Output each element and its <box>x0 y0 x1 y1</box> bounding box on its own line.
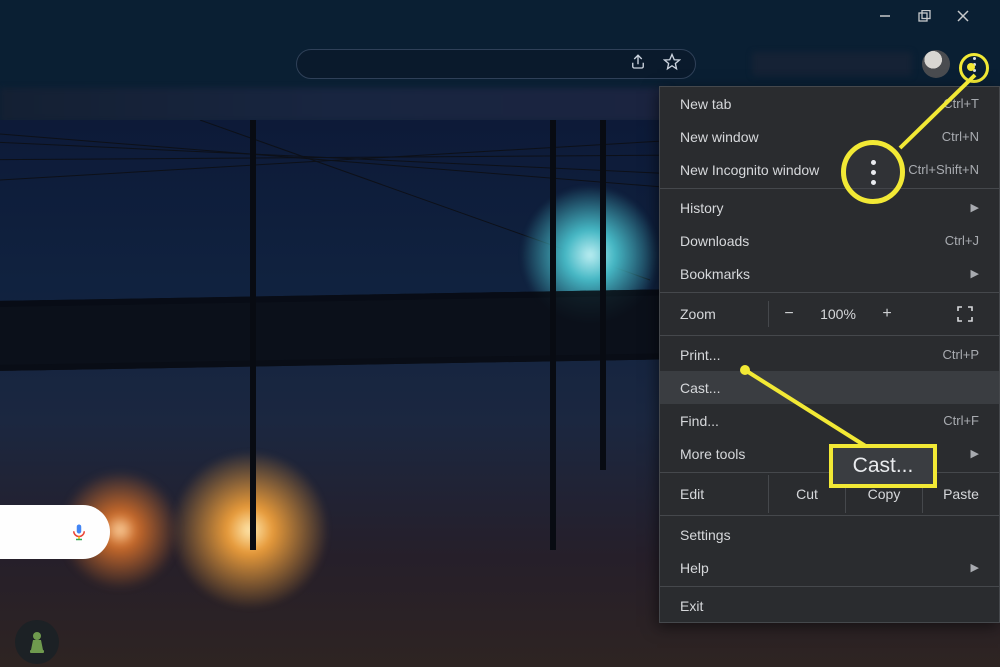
shortcut: Ctrl+N <box>942 129 979 144</box>
chess-shortcut[interactable] <box>15 620 59 664</box>
minimize-button[interactable] <box>878 9 892 23</box>
shortcut: Ctrl+Shift+N <box>908 162 979 177</box>
separator <box>660 188 999 189</box>
annotation-dot-cast <box>740 365 750 375</box>
callout-label: Cast... <box>853 454 914 478</box>
window-controls <box>800 0 1000 32</box>
bookmarks-bar-blurred <box>0 88 670 122</box>
menu-exit[interactable]: Exit <box>660 589 999 622</box>
menu-settings[interactable]: Settings <box>660 518 999 551</box>
menu-label: More tools <box>680 446 745 462</box>
annotation-dot-top <box>967 63 975 71</box>
menu-label: Find... <box>680 413 719 429</box>
separator <box>660 335 999 336</box>
menu-help[interactable]: Help ▶ <box>660 551 999 584</box>
menu-label: Bookmarks <box>680 266 750 282</box>
maximize-button[interactable] <box>917 9 931 23</box>
menu-label: New Incognito window <box>680 162 819 178</box>
separator <box>660 515 999 516</box>
menu-label: History <box>680 200 724 216</box>
menu-label: Print... <box>680 347 720 363</box>
menu-label: Downloads <box>680 233 749 249</box>
menu-label: Exit <box>680 598 703 614</box>
blurred-extensions <box>752 52 912 76</box>
menu-label: Help <box>680 560 709 576</box>
menu-history[interactable]: History ▶ <box>660 191 999 224</box>
menu-print[interactable]: Print... Ctrl+P <box>660 338 999 371</box>
zoom-in-button[interactable]: + <box>867 305 907 323</box>
menu-label: Zoom <box>660 306 768 322</box>
menu-downloads[interactable]: Downloads Ctrl+J <box>660 224 999 257</box>
chevron-right-icon: ▶ <box>971 561 979 574</box>
zoom-out-button[interactable]: − <box>769 305 809 323</box>
separator <box>660 586 999 587</box>
menu-bookmarks[interactable]: Bookmarks ▶ <box>660 257 999 290</box>
shortcut: Ctrl+F <box>943 413 979 428</box>
menu-zoom: Zoom − 100% + <box>660 295 999 333</box>
address-bar[interactable] <box>296 49 696 79</box>
chrome-menu: New tab Ctrl+T New window Ctrl+N New Inc… <box>659 86 1000 623</box>
microphone-icon[interactable] <box>70 521 88 543</box>
menu-new-incognito[interactable]: New Incognito window Ctrl+Shift+N <box>660 153 999 186</box>
profile-avatar[interactable] <box>922 50 950 78</box>
shortcut: Ctrl+P <box>943 347 979 362</box>
chevron-right-icon: ▶ <box>971 267 979 280</box>
shortcut: Ctrl+T <box>943 96 979 111</box>
share-icon[interactable] <box>629 53 647 76</box>
menu-new-tab[interactable]: New tab Ctrl+T <box>660 87 999 120</box>
menu-label: Settings <box>680 527 731 543</box>
extensions-area <box>700 45 1000 83</box>
fullscreen-button[interactable] <box>949 306 999 322</box>
zoom-value: 100% <box>809 306 867 322</box>
menu-new-window[interactable]: New window Ctrl+N <box>660 120 999 153</box>
bookmark-star-icon[interactable] <box>663 53 681 76</box>
menu-label: New tab <box>680 96 731 112</box>
chevron-right-icon: ▶ <box>971 447 979 460</box>
shortcut: Ctrl+J <box>945 233 979 248</box>
menu-label: New window <box>680 129 759 145</box>
menu-find[interactable]: Find... Ctrl+F <box>660 404 999 437</box>
menu-label: Cast... <box>680 380 720 396</box>
search-box[interactable] <box>0 505 110 559</box>
chevron-right-icon: ▶ <box>971 201 979 214</box>
menu-cast[interactable]: Cast... <box>660 371 999 404</box>
annotation-callout: Cast... <box>829 444 937 488</box>
separator <box>660 292 999 293</box>
close-button[interactable] <box>956 9 970 23</box>
menu-label: Edit <box>660 486 768 502</box>
pawn-icon <box>27 630 47 654</box>
